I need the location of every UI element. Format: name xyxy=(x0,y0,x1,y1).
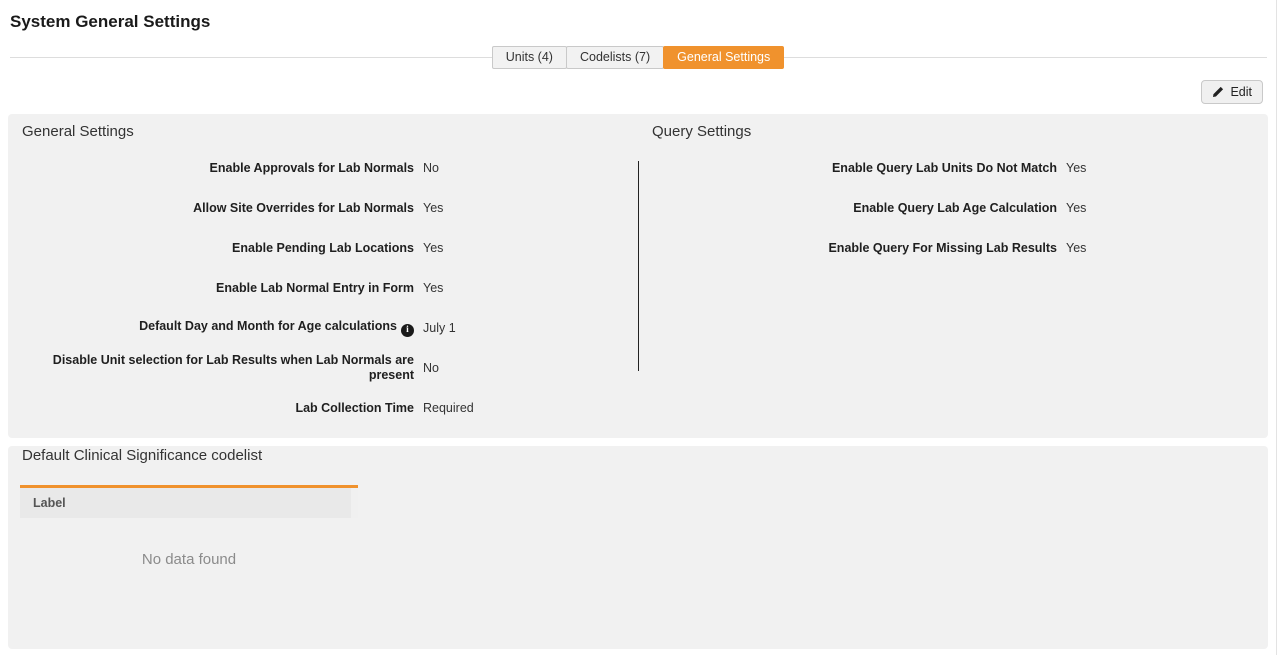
column-divider xyxy=(638,161,639,371)
page-title: System General Settings xyxy=(0,0,1276,31)
edit-button-label: Edit xyxy=(1230,85,1252,99)
system-general-settings-page: System General Settings Units (4) Codeli… xyxy=(0,0,1277,655)
setting-row: Enable Lab Normal Entry in Form Yes xyxy=(8,268,638,308)
setting-label: Enable Query Lab Age Calculation xyxy=(638,201,1057,216)
tabs-container: Units (4) Codelists (7) General Settings xyxy=(0,46,1276,69)
setting-value: Yes xyxy=(1066,241,1086,255)
setting-value: Yes xyxy=(423,241,443,255)
setting-row: Enable Pending Lab Locations Yes xyxy=(8,228,638,268)
codelist-panel: Default Clinical Significance codelist L… xyxy=(8,446,1268,649)
setting-label: Enable Pending Lab Locations xyxy=(8,241,414,256)
tab-units[interactable]: Units (4) xyxy=(492,46,567,69)
setting-label: Enable Lab Normal Entry in Form xyxy=(8,281,414,296)
general-settings-title: General Settings xyxy=(22,122,638,142)
setting-value: No xyxy=(423,361,439,375)
setting-row: Enable Approvals for Lab Normals No xyxy=(8,148,638,188)
setting-label: Default Day and Month for Age calculatio… xyxy=(8,319,414,337)
query-settings-rows: Enable Query Lab Units Do Not Match Yes … xyxy=(638,148,1268,268)
setting-row: Enable Query For Missing Lab Results Yes xyxy=(638,228,1268,268)
general-settings-column: General Settings Enable Approvals for La… xyxy=(8,114,638,438)
setting-value: No xyxy=(423,161,439,175)
table-scroll-gutter xyxy=(351,488,358,518)
setting-row: Lab Collection Time Required xyxy=(8,388,638,428)
setting-row: Disable Unit selection for Lab Results w… xyxy=(8,348,638,388)
pencil-icon xyxy=(1212,86,1224,98)
setting-row: Enable Query Lab Age Calculation Yes xyxy=(638,188,1268,228)
setting-label: Lab Collection Time xyxy=(8,401,414,416)
info-icon[interactable]: i xyxy=(401,324,414,337)
setting-row: Default Day and Month for Age calculatio… xyxy=(8,308,638,348)
setting-value: Yes xyxy=(1066,161,1086,175)
codelist-table: Label No data found xyxy=(20,485,358,568)
toolbar: Edit xyxy=(0,80,1276,104)
edit-button[interactable]: Edit xyxy=(1201,80,1263,104)
setting-label: Enable Query Lab Units Do Not Match xyxy=(638,161,1057,176)
setting-row: Allow Site Overrides for Lab Normals Yes xyxy=(8,188,638,228)
setting-label: Allow Site Overrides for Lab Normals xyxy=(8,201,414,216)
tab-codelists[interactable]: Codelists (7) xyxy=(566,46,664,69)
setting-value: Yes xyxy=(423,281,443,295)
setting-value: Yes xyxy=(1066,201,1086,215)
tab-bar: Units (4) Codelists (7) General Settings xyxy=(0,46,1276,69)
query-settings-column: Query Settings Enable Query Lab Units Do… xyxy=(638,114,1268,438)
table-header-label[interactable]: Label xyxy=(20,488,351,518)
setting-value: Yes xyxy=(423,201,443,215)
setting-row: Enable Query Lab Units Do Not Match Yes xyxy=(638,148,1268,188)
setting-label: Disable Unit selection for Lab Results w… xyxy=(8,353,414,383)
setting-value: Required xyxy=(423,401,474,415)
setting-label: Enable Approvals for Lab Normals xyxy=(8,161,414,176)
setting-label: Enable Query For Missing Lab Results xyxy=(638,241,1057,256)
query-settings-title: Query Settings xyxy=(652,122,1268,142)
settings-panel: General Settings Enable Approvals for La… xyxy=(8,114,1268,438)
table-header-row: Label xyxy=(20,488,358,518)
general-settings-rows: Enable Approvals for Lab Normals No Allo… xyxy=(8,148,638,428)
table-empty-message: No data found xyxy=(20,551,358,568)
codelist-title: Default Clinical Significance codelist xyxy=(22,446,1268,466)
tab-general-settings[interactable]: General Settings xyxy=(663,46,784,69)
setting-value: July 1 xyxy=(423,321,456,335)
